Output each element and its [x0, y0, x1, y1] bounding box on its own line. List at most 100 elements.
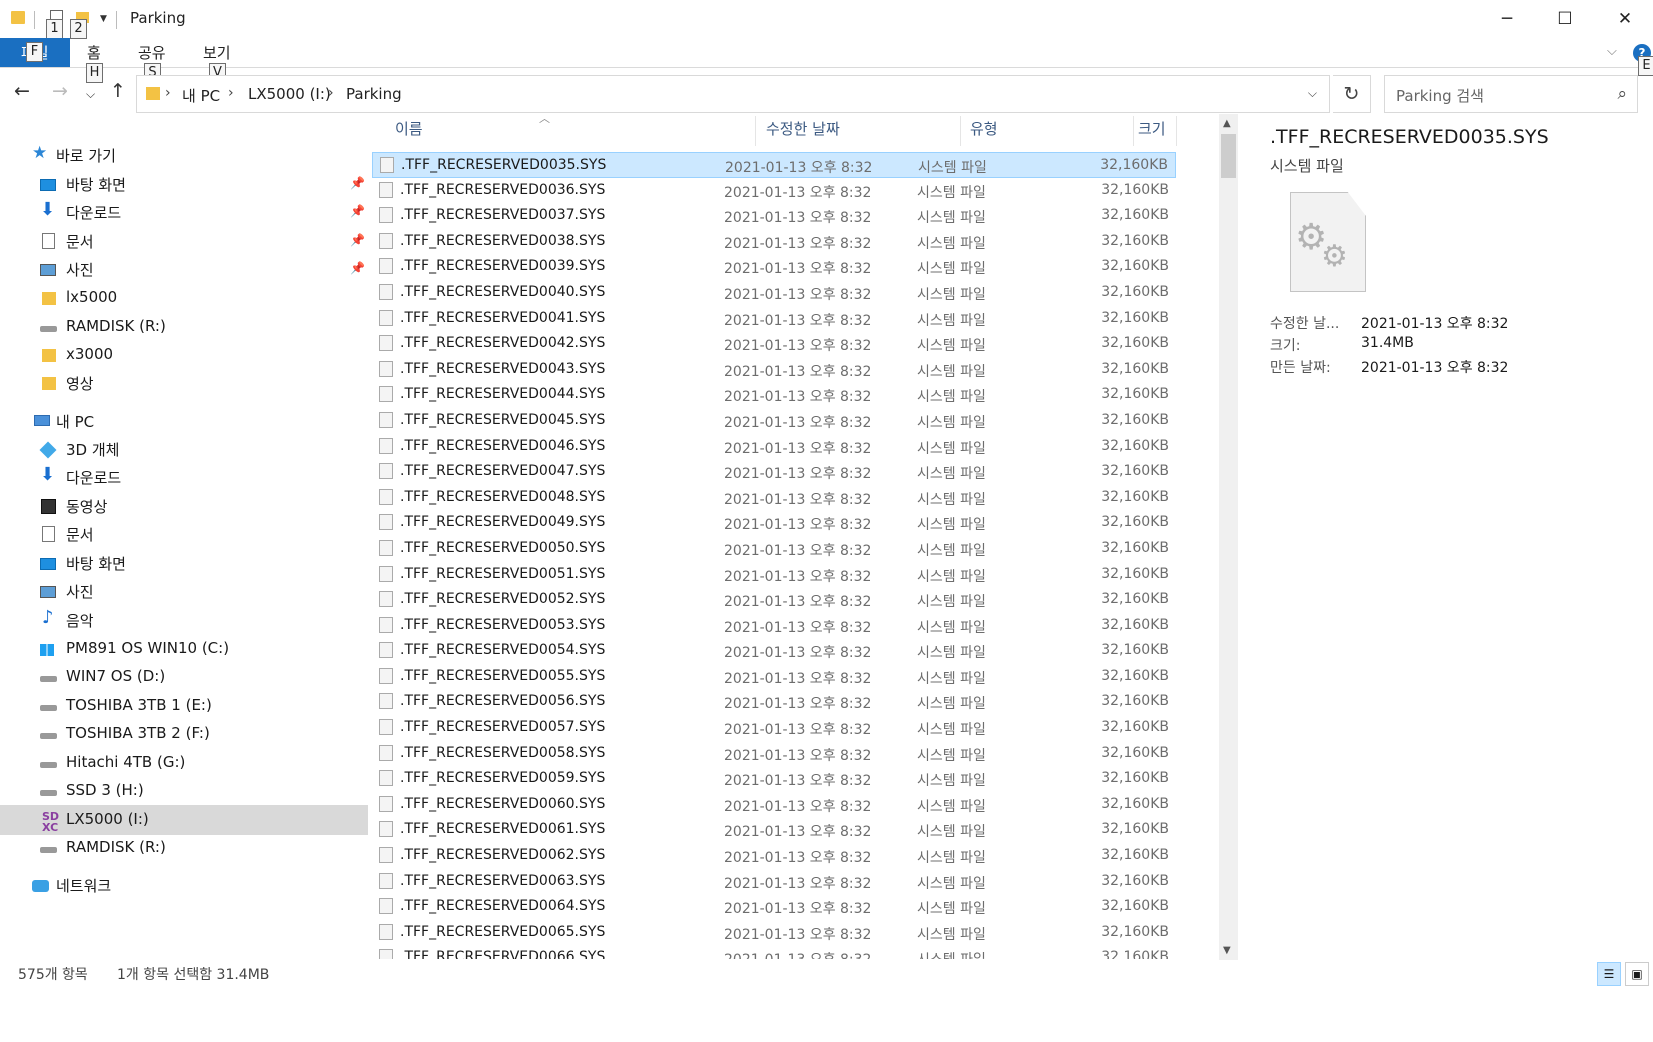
- nav-item-downloads[interactable]: ⬇ 다운로드: [0, 462, 368, 492]
- file-row[interactable]: .TFF_RECRESERVED0066.SYS 2021-01-13 오후 8:…: [372, 945, 1176, 959]
- file-row[interactable]: .TFF_RECRESERVED0037.SYS 2021-01-13 오후 8:…: [372, 203, 1176, 229]
- file-row[interactable]: .TFF_RECRESERVED0049.SYS 2021-01-13 오후 8:…: [372, 510, 1176, 536]
- nav-item-desktop[interactable]: 바탕 화면 📌: [0, 169, 368, 199]
- file-row[interactable]: .TFF_RECRESERVED0048.SYS 2021-01-13 오후 8:…: [372, 485, 1176, 511]
- nav-item-drive-d[interactable]: WIN7 OS (D:): [0, 662, 368, 692]
- tab-view[interactable]: 보기: [203, 42, 231, 63]
- nav-item-network[interactable]: 네트워크: [0, 870, 368, 900]
- nav-item-quick-access[interactable]: ★ 바로 가기: [0, 140, 368, 170]
- file-row[interactable]: .TFF_RECRESERVED0057.SYS 2021-01-13 오후 8:…: [372, 715, 1176, 741]
- file-row[interactable]: .TFF_RECRESERVED0060.SYS 2021-01-13 오후 8:…: [372, 792, 1176, 818]
- file-row[interactable]: .TFF_RECRESERVED0055.SYS 2021-01-13 오후 8:…: [372, 664, 1176, 690]
- nav-item-pictures[interactable]: 사진 📌: [0, 254, 368, 284]
- navigation-pane[interactable]: ★ 바로 가기 바탕 화면 📌 ⬇ 다운로드 📌 문서 📌 사진 📌 lx500…: [0, 140, 370, 1000]
- ribbon-expand-icon[interactable]: ⌵: [1607, 44, 1617, 59]
- minimize-button[interactable]: ─: [1479, 0, 1535, 38]
- details-view-icon[interactable]: ☰: [1597, 962, 1621, 986]
- file-row[interactable]: .TFF_RECRESERVED0054.SYS 2021-01-13 오후 8:…: [372, 638, 1176, 664]
- nav-item-3d-objects[interactable]: 3D 개체: [0, 434, 368, 464]
- nav-item-drive-r[interactable]: RAMDISK (R:): [0, 833, 368, 863]
- nav-item-drive-c[interactable]: PM891 OS WIN10 (C:): [0, 634, 368, 664]
- column-divider[interactable]: [1133, 116, 1134, 146]
- file-row[interactable]: .TFF_RECRESERVED0064.SYS 2021-01-13 오후 8:…: [372, 894, 1176, 920]
- large-icons-view-icon[interactable]: ▣: [1625, 962, 1649, 986]
- file-row[interactable]: .TFF_RECRESERVED0044.SYS 2021-01-13 오후 8:…: [372, 382, 1176, 408]
- file-row[interactable]: .TFF_RECRESERVED0050.SYS 2021-01-13 오후 8:…: [372, 536, 1176, 562]
- chevron-down-icon[interactable]: ⌵: [1308, 86, 1317, 101]
- nav-item-folder[interactable]: x3000: [0, 340, 368, 370]
- chevron-right-icon[interactable]: ›: [165, 85, 171, 101]
- close-button[interactable]: ✕: [1597, 0, 1653, 38]
- file-row[interactable]: .TFF_RECRESERVED0041.SYS 2021-01-13 오후 8:…: [372, 306, 1176, 332]
- breadcrumb-drive[interactable]: LX5000 (I:): [248, 85, 331, 103]
- maximize-button[interactable]: ☐: [1537, 0, 1593, 38]
- file-row[interactable]: .TFF_RECRESERVED0052.SYS 2021-01-13 오후 8:…: [372, 587, 1176, 613]
- nav-item-pictures[interactable]: 사진: [0, 576, 368, 606]
- nav-item-desktop[interactable]: 바탕 화면: [0, 548, 368, 578]
- nav-item-drive-f[interactable]: TOSHIBA 3TB 2 (F:): [0, 719, 368, 749]
- file-row[interactable]: .TFF_RECRESERVED0053.SYS 2021-01-13 오후 8:…: [372, 613, 1176, 639]
- chevron-right-icon[interactable]: ›: [228, 85, 234, 101]
- file-row[interactable]: .TFF_RECRESERVED0061.SYS 2021-01-13 오후 8:…: [372, 817, 1176, 843]
- tab-share[interactable]: 공유: [138, 42, 166, 63]
- vertical-scrollbar[interactable]: ▲ ▼: [1219, 114, 1238, 960]
- up-arrow-icon[interactable]: ↑: [110, 80, 126, 102]
- refresh-button[interactable]: ↻: [1333, 75, 1371, 113]
- column-header-type[interactable]: 유형: [970, 118, 998, 144]
- column-header-date[interactable]: 수정한 날짜: [766, 118, 840, 144]
- file-row[interactable]: .TFF_RECRESERVED0059.SYS 2021-01-13 오후 8:…: [372, 766, 1176, 792]
- file-row[interactable]: .TFF_RECRESERVED0063.SYS 2021-01-13 오후 8:…: [372, 869, 1176, 895]
- nav-item-drive-e[interactable]: TOSHIBA 3TB 1 (E:): [0, 691, 368, 721]
- nav-item-folder[interactable]: 영상: [0, 368, 368, 398]
- address-bar[interactable]: › 내 PC › LX5000 (I:) › Parking ⌵: [136, 75, 1330, 113]
- nav-item-my-pc[interactable]: 내 PC: [0, 406, 368, 436]
- recent-locations-chevron-icon[interactable]: ⌵: [86, 87, 95, 102]
- back-arrow-icon[interactable]: ←: [14, 80, 30, 102]
- nav-item-documents[interactable]: 문서: [0, 519, 368, 549]
- file-list[interactable]: .TFF_RECRESERVED0035.SYS 2021-01-13 오후 8:…: [372, 152, 1176, 959]
- scrollbar-thumb[interactable]: [1221, 134, 1236, 178]
- file-row[interactable]: .TFF_RECRESERVED0042.SYS 2021-01-13 오후 8:…: [372, 331, 1176, 357]
- file-row[interactable]: .TFF_RECRESERVED0036.SYS 2021-01-13 오후 8:…: [372, 178, 1176, 204]
- forward-arrow-icon[interactable]: →: [52, 80, 68, 102]
- file-row[interactable]: .TFF_RECRESERVED0056.SYS 2021-01-13 오후 8:…: [372, 689, 1176, 715]
- nav-item-music[interactable]: ♪ 음악: [0, 605, 368, 635]
- file-row[interactable]: .TFF_RECRESERVED0038.SYS 2021-01-13 오후 8:…: [372, 229, 1176, 255]
- file-row[interactable]: .TFF_RECRESERVED0046.SYS 2021-01-13 오후 8:…: [372, 434, 1176, 460]
- nav-item-drive[interactable]: RAMDISK (R:): [0, 312, 368, 342]
- column-divider[interactable]: [960, 116, 961, 146]
- breadcrumb-my-pc[interactable]: 내 PC: [182, 85, 220, 106]
- file-row[interactable]: .TFF_RECRESERVED0065.SYS 2021-01-13 오후 8:…: [372, 920, 1176, 946]
- pin-icon[interactable]: 📌: [350, 261, 365, 275]
- column-header-size[interactable]: 크기: [1138, 118, 1166, 144]
- column-divider[interactable]: [755, 116, 756, 146]
- search-input[interactable]: Parking 검색 ⌕: [1384, 75, 1638, 113]
- column-header-name[interactable]: 이름: [395, 118, 423, 144]
- breadcrumb-parking[interactable]: Parking: [346, 85, 402, 103]
- nav-item-downloads[interactable]: ⬇ 다운로드 📌: [0, 197, 368, 227]
- file-row[interactable]: .TFF_RECRESERVED0043.SYS 2021-01-13 오후 8:…: [372, 357, 1176, 383]
- nav-item-documents[interactable]: 문서 📌: [0, 226, 368, 256]
- file-row[interactable]: .TFF_RECRESERVED0058.SYS 2021-01-13 오후 8:…: [372, 741, 1176, 767]
- file-row[interactable]: .TFF_RECRESERVED0045.SYS 2021-01-13 오후 8:…: [372, 408, 1176, 434]
- tab-home[interactable]: 홈: [87, 42, 101, 63]
- quick-access-dropdown-icon[interactable]: ▼: [100, 14, 107, 24]
- nav-item-drive-i[interactable]: SD XC LX5000 (I:): [0, 805, 368, 835]
- chevron-right-icon[interactable]: ›: [328, 85, 334, 101]
- file-row[interactable]: .TFF_RECRESERVED0040.SYS 2021-01-13 오후 8:…: [372, 280, 1176, 306]
- nav-item-folder[interactable]: lx5000: [0, 283, 368, 313]
- nav-item-drive-g[interactable]: Hitachi 4TB (G:): [0, 748, 368, 778]
- nav-item-videos[interactable]: 동영상: [0, 491, 368, 521]
- file-row[interactable]: .TFF_RECRESERVED0035.SYS 2021-01-13 오후 8:…: [372, 152, 1176, 178]
- nav-item-drive-h[interactable]: SSD 3 (H:): [0, 776, 368, 806]
- file-row[interactable]: .TFF_RECRESERVED0051.SYS 2021-01-13 오후 8:…: [372, 562, 1176, 588]
- file-row[interactable]: .TFF_RECRESERVED0062.SYS 2021-01-13 오후 8:…: [372, 843, 1176, 869]
- file-row[interactable]: .TFF_RECRESERVED0047.SYS 2021-01-13 오후 8:…: [372, 459, 1176, 485]
- scroll-down-icon[interactable]: ▼: [1223, 945, 1231, 956]
- pin-icon[interactable]: 📌: [350, 176, 365, 190]
- pin-icon[interactable]: 📌: [350, 233, 365, 247]
- scroll-up-icon[interactable]: ▲: [1223, 118, 1231, 129]
- file-row[interactable]: .TFF_RECRESERVED0039.SYS 2021-01-13 오후 8:…: [372, 254, 1176, 280]
- pin-icon[interactable]: 📌: [350, 204, 365, 218]
- column-divider[interactable]: [1176, 116, 1177, 146]
